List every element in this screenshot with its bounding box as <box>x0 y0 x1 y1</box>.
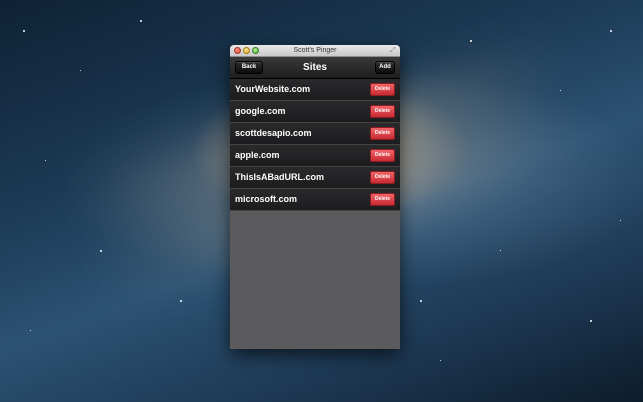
star <box>80 70 81 71</box>
star <box>23 30 25 32</box>
star <box>420 300 422 302</box>
star <box>500 250 501 251</box>
star <box>620 220 621 221</box>
star <box>100 250 102 252</box>
site-name: google.com <box>235 106 286 116</box>
delete-button[interactable]: Delete <box>370 105 395 118</box>
window-titlebar[interactable]: Scott's Pinger ⤢ <box>230 45 400 57</box>
list-item[interactable]: ThisIsABadURL.com Delete <box>230 167 400 189</box>
fullscreen-icon[interactable]: ⤢ <box>390 47 397 54</box>
delete-button[interactable]: Delete <box>370 149 395 162</box>
star <box>140 20 142 22</box>
site-name: ThisIsABadURL.com <box>235 172 325 182</box>
star <box>440 360 441 361</box>
star <box>30 330 31 331</box>
navigation-bar: Back Sites Add <box>230 57 400 79</box>
star <box>470 40 472 42</box>
sites-list: YourWebsite.com Delete google.com Delete… <box>230 79 400 211</box>
site-name: scottdesapio.com <box>235 128 312 138</box>
list-item[interactable]: YourWebsite.com Delete <box>230 79 400 101</box>
add-button[interactable]: Add <box>375 61 395 74</box>
list-item[interactable]: microsoft.com Delete <box>230 189 400 211</box>
list-item[interactable]: apple.com Delete <box>230 145 400 167</box>
delete-button[interactable]: Delete <box>370 83 395 96</box>
site-name: microsoft.com <box>235 194 298 204</box>
delete-button[interactable]: Delete <box>370 193 395 206</box>
site-name: YourWebsite.com <box>235 84 311 94</box>
window-title: Scott's Pinger <box>293 47 337 54</box>
app-window: Scott's Pinger ⤢ Back Sites Add YourWebs… <box>230 45 400 349</box>
star <box>560 90 561 91</box>
delete-button[interactable]: Delete <box>370 171 395 184</box>
list-item[interactable]: scottdesapio.com Delete <box>230 123 400 145</box>
empty-list-area <box>230 211 400 349</box>
star <box>590 320 592 322</box>
site-name: apple.com <box>235 150 280 160</box>
star <box>610 30 612 32</box>
list-item[interactable]: google.com Delete <box>230 101 400 123</box>
star <box>45 160 46 161</box>
star <box>180 300 182 302</box>
delete-button[interactable]: Delete <box>370 127 395 140</box>
